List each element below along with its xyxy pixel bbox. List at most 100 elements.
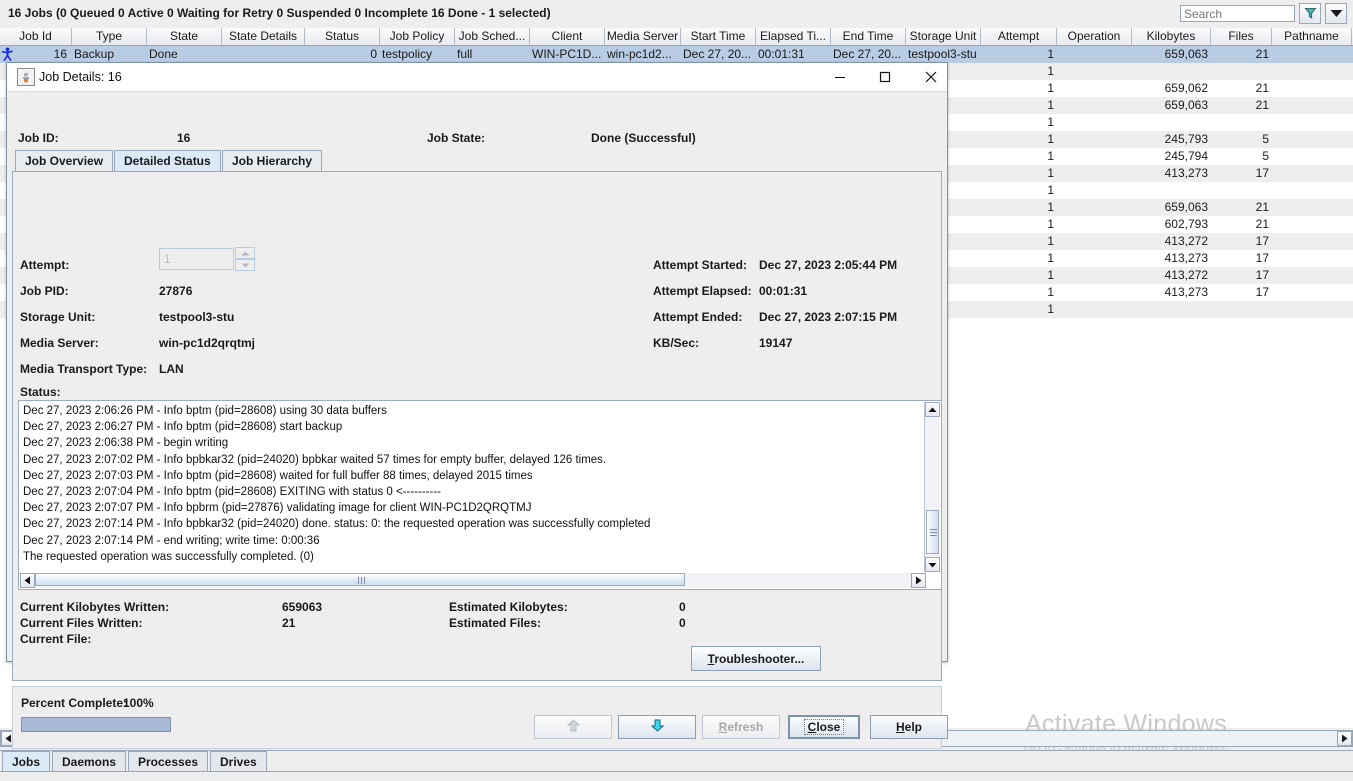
refresh-button-label: Refresh xyxy=(719,720,764,734)
bottom-tab-processes[interactable]: Processes xyxy=(128,751,208,772)
table-cell xyxy=(1057,216,1132,233)
jobs-column-header[interactable]: Elapsed Ti... xyxy=(756,28,831,45)
tab-job-overview[interactable]: Job Overview xyxy=(15,150,113,171)
tab-job-hierarchy[interactable]: Job Hierarchy xyxy=(222,150,322,171)
log-scroll-down-arrow-icon[interactable] xyxy=(925,557,940,572)
jobs-column-header[interactable]: Storage Unit xyxy=(906,28,981,45)
table-cell xyxy=(1057,233,1132,250)
table-cell xyxy=(1272,182,1352,199)
table-cell xyxy=(1132,182,1211,199)
status-log-box[interactable]: Dec 27, 2023 2:06:26 PM - Info bptm (pid… xyxy=(18,400,942,590)
spinner-up-arrow-icon[interactable] xyxy=(235,247,255,259)
search-input[interactable] xyxy=(1180,5,1295,22)
table-cell: 5 xyxy=(1211,148,1272,165)
table-cell: 413,273 xyxy=(1132,165,1211,182)
scroll-right-arrow-icon[interactable] xyxy=(1337,731,1352,746)
log-scroll-left-arrow-icon[interactable] xyxy=(20,573,35,588)
bottom-tab-drives[interactable]: Drives xyxy=(210,751,267,772)
media-transport-type-label: Media Transport Type: xyxy=(20,362,147,376)
troubleshooter-button[interactable]: Troubleshooter... xyxy=(691,646,821,671)
jobs-column-header[interactable]: Files xyxy=(1211,28,1272,45)
jobs-column-header[interactable]: Status xyxy=(305,28,380,45)
next-job-button[interactable] xyxy=(618,715,696,739)
jobs-column-header[interactable]: Client xyxy=(530,28,605,45)
jobs-column-header[interactable]: Media Server xyxy=(605,28,681,45)
table-cell xyxy=(222,46,305,63)
netbackup-activity-monitor: 16 Jobs (0 Queued 0 Active 0 Waiting for… xyxy=(0,0,1353,780)
table-cell xyxy=(1132,301,1211,318)
attempt-spinner-input[interactable]: 1 xyxy=(159,248,234,270)
table-cell: 0 xyxy=(305,46,380,63)
table-cell xyxy=(1057,199,1132,216)
table-cell: 245,794 xyxy=(1132,148,1211,165)
jobs-table-header[interactable]: Job IdTypeStateState DetailsStatusJob Po… xyxy=(0,28,1353,46)
table-cell: testpolicy xyxy=(380,46,455,63)
table-cell xyxy=(1272,250,1352,267)
jobs-column-header[interactable]: Job Sched... xyxy=(455,28,530,45)
attempt-ended-label: Attempt Ended: xyxy=(653,310,742,324)
table-cell: 413,273 xyxy=(1132,250,1211,267)
media-server-value: win-pc1d2qrqtmj xyxy=(159,336,255,350)
log-vertical-scrollbar[interactable] xyxy=(924,402,940,572)
table-cell: 413,273 xyxy=(1132,284,1211,301)
previous-job-button xyxy=(534,715,612,739)
jobs-column-header[interactable]: Operation xyxy=(1057,28,1132,45)
table-cell xyxy=(1272,284,1352,301)
table-cell: 21 xyxy=(1211,216,1272,233)
log-vscroll-thumb[interactable] xyxy=(926,510,939,554)
table-row[interactable]: 16BackupDone0testpolicyfullWIN-PC1D...wi… xyxy=(0,46,1353,63)
tab-detailed-status[interactable]: Detailed Status xyxy=(114,150,221,171)
jobs-column-header[interactable]: State Details xyxy=(222,28,305,45)
log-line: Dec 27, 2023 2:07:07 PM - Info bpbrm (pi… xyxy=(23,500,903,516)
table-cell xyxy=(1132,114,1211,131)
dialog-title-bar[interactable]: Job Details: 16 xyxy=(7,63,947,92)
java-coffee-icon xyxy=(17,68,35,86)
job-state-value: Done (Successful) xyxy=(591,131,696,145)
close-icon[interactable] xyxy=(908,63,954,90)
jobs-column-header[interactable]: Job Id xyxy=(0,28,72,45)
jobs-column-header[interactable]: Type xyxy=(72,28,147,45)
attempt-label: Attempt: xyxy=(20,258,69,272)
bottom-tab-daemons[interactable]: Daemons xyxy=(52,751,126,772)
maximize-icon[interactable] xyxy=(862,63,908,90)
estimated-files-label: Estimated Files: xyxy=(449,616,541,630)
table-cell: Dec 27, 20... xyxy=(831,46,906,63)
close-button-label: Close xyxy=(804,719,845,735)
close-button[interactable]: Close xyxy=(788,715,860,739)
table-cell: 1 xyxy=(981,267,1057,284)
jobs-column-header[interactable]: Start Time xyxy=(681,28,756,45)
chevron-down-icon[interactable] xyxy=(1325,3,1347,24)
bottom-tab-bar[interactable]: JobsDaemonsProcessesDrives xyxy=(0,750,1353,773)
jobs-column-header[interactable]: Pathname xyxy=(1272,28,1352,45)
log-scroll-right-arrow-icon[interactable] xyxy=(911,573,926,588)
table-cell: 245,793 xyxy=(1132,131,1211,148)
log-scroll-up-arrow-icon[interactable] xyxy=(925,402,940,417)
jobs-column-header[interactable]: End Time xyxy=(831,28,906,45)
table-cell: 1 xyxy=(981,233,1057,250)
jobs-column-header[interactable]: Job Policy xyxy=(380,28,455,45)
dialog-button-row[interactable]: Refresh Close Help xyxy=(7,715,947,739)
job-details-dialog[interactable]: Job Details: 16 Job ID: 16 Job State: Do… xyxy=(6,62,948,662)
bottom-tab-jobs[interactable]: Jobs xyxy=(2,751,50,772)
log-horizontal-scrollbar[interactable] xyxy=(20,573,926,588)
table-cell: 1 xyxy=(981,63,1057,80)
current-files-written-label: Current Files Written: xyxy=(20,616,142,630)
minimize-icon[interactable] xyxy=(817,63,863,90)
table-cell: 413,272 xyxy=(1132,233,1211,250)
spinner-down-arrow-icon[interactable] xyxy=(235,259,255,271)
kb-per-sec-value: 19147 xyxy=(759,336,792,350)
table-cell: 1 xyxy=(981,284,1057,301)
jobs-column-header[interactable]: Attempt xyxy=(981,28,1057,45)
attempt-spinner-buttons[interactable] xyxy=(235,247,255,271)
table-cell: 602,793 xyxy=(1132,216,1211,233)
media-transport-type-value: LAN xyxy=(159,362,184,376)
table-cell: 659,063 xyxy=(1132,199,1211,216)
help-button[interactable]: Help xyxy=(870,715,948,739)
table-cell: 16 xyxy=(0,46,72,63)
jobs-column-header[interactable]: State xyxy=(147,28,222,45)
table-cell: 1 xyxy=(981,216,1057,233)
jobs-column-header[interactable]: Kilobytes xyxy=(1132,28,1211,45)
log-hscroll-thumb[interactable] xyxy=(35,573,685,586)
filter-funnel-icon[interactable] xyxy=(1299,3,1321,24)
table-cell: WIN-PC1D... xyxy=(530,46,605,63)
